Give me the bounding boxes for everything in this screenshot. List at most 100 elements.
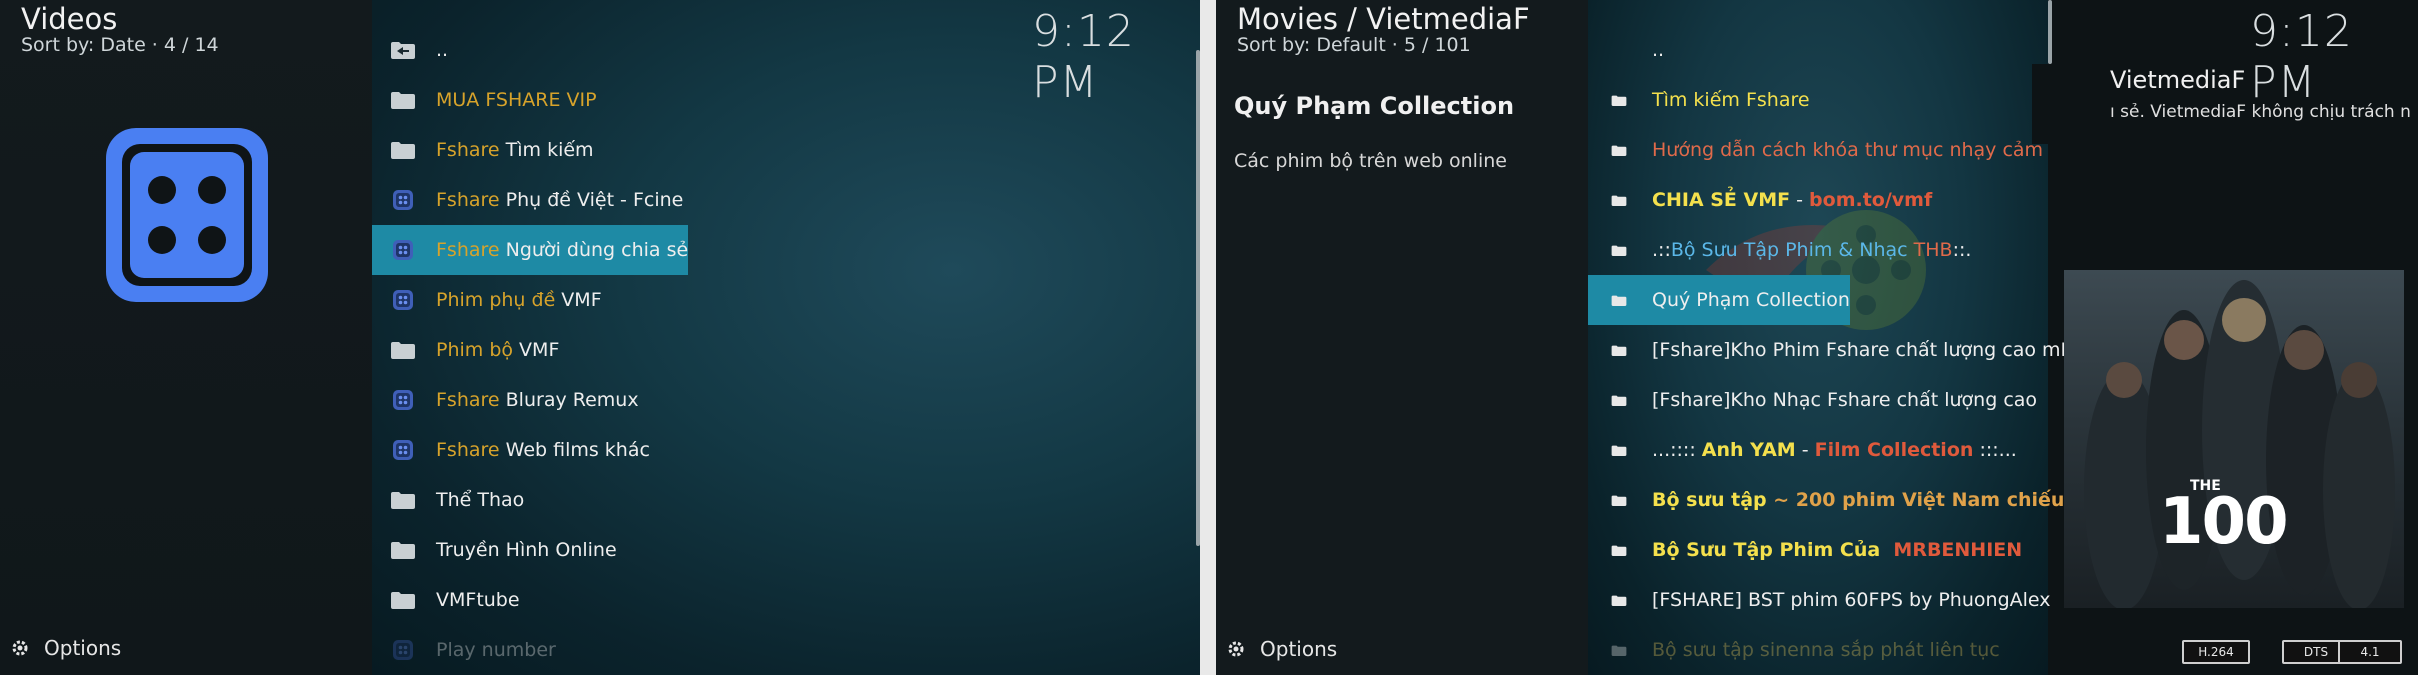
list-item[interactable]: Truyền Hình Online bbox=[372, 525, 617, 575]
folder-icon bbox=[390, 540, 416, 560]
item-label-part: [Fshare]Kho Nhạc Fshare chất lượng cao bbox=[1652, 389, 2038, 411]
item-label-part: CHIA SẺ VMF bbox=[1652, 189, 1791, 211]
list-item[interactable]: Fshare Web films khác bbox=[372, 425, 650, 475]
item-label: Người dùng chia sẻ bbox=[499, 239, 689, 261]
options-button[interactable]: Options bbox=[1226, 637, 1337, 661]
addon-icon bbox=[390, 640, 416, 660]
folder-icon bbox=[390, 490, 416, 510]
item-label: Web films khác bbox=[499, 439, 650, 461]
item-label: VMF bbox=[555, 289, 602, 311]
item-description: Các phim bộ trên web online bbox=[1234, 150, 1507, 172]
list-item[interactable]: [Fshare]Kho Nhạc Fshare chất lượng cao bbox=[1588, 375, 2037, 425]
item-label-part: - bbox=[1795, 439, 1815, 461]
folder-icon bbox=[1606, 640, 1632, 660]
options-button[interactable]: Options bbox=[10, 636, 121, 660]
addon-icon bbox=[390, 190, 416, 210]
item-label-part: .. bbox=[1652, 39, 1665, 61]
item-prefix: Fshare bbox=[436, 389, 500, 411]
item-label-part: - bbox=[1790, 189, 1810, 211]
item-label-part: MRBENHIEN bbox=[1886, 539, 2023, 561]
item-label-part: [FSHARE] BST phim 60FPS by PhuongAlex bbox=[1652, 589, 2051, 611]
folder-icon bbox=[390, 590, 416, 610]
item-prefix: Phim phụ đề bbox=[436, 289, 556, 311]
item-label-part: Tìm kiếm Fshare bbox=[1652, 89, 1810, 111]
folder-icon bbox=[1606, 140, 1632, 160]
item-label-part: Film Collection bbox=[1814, 439, 1974, 461]
item-label-part: ~ 200 phim Việt Nam chiếu rạp bbox=[1766, 489, 2107, 511]
folder-icon bbox=[1606, 340, 1632, 360]
left-screen: Videos Sort by: Date · 4 / 14 9:12 PM ..… bbox=[0, 0, 1200, 675]
sort-info: Sort by: Date · 4 / 14 bbox=[21, 34, 219, 56]
addon-icon bbox=[390, 440, 416, 460]
folder-icon bbox=[390, 90, 416, 110]
item-label-part: ...:::: bbox=[1652, 439, 1702, 461]
list-item[interactable]: [FSHARE] BST phim 60FPS by PhuongAlex bbox=[1588, 575, 2051, 625]
list-item[interactable]: [Fshare]Kho Phim Fshare chất lượng cao m… bbox=[1588, 325, 2120, 375]
item-label: Thể Thao bbox=[436, 489, 525, 511]
item-label-part: Anh YAM bbox=[1701, 439, 1796, 461]
item-label: Tìm kiếm bbox=[499, 139, 594, 161]
left-sidebar bbox=[0, 0, 372, 675]
list-item[interactable]: Hướng dẫn cách khóa thư mục nhạy cảm bbox=[1588, 125, 2043, 175]
item-label-part: :::... bbox=[1973, 439, 2017, 461]
item-prefix: Fshare bbox=[436, 239, 500, 261]
list-item[interactable]: Play number bbox=[372, 625, 556, 675]
list-item[interactable]: Phim phụ đề VMF bbox=[372, 275, 602, 325]
folder-icon bbox=[1606, 490, 1632, 510]
page-title: Movies / VietmediaF bbox=[1237, 2, 1530, 36]
list-item[interactable]: Bộ Sưu Tập Phim Của MRBENHIEN bbox=[1588, 525, 2022, 575]
list-item[interactable]: MUA FSHARE VIP bbox=[372, 75, 597, 125]
list-item[interactable]: Tìm kiếm Fshare bbox=[1588, 75, 1810, 125]
list-item[interactable]: Fshare Bluray Remux bbox=[372, 375, 639, 425]
page-title: Videos bbox=[21, 2, 118, 36]
gear-icon bbox=[1228, 641, 1244, 657]
list-item[interactable]: Bộ sưu tập ~ 200 phim Việt Nam chiếu rạp… bbox=[1588, 475, 2131, 525]
list-item[interactable]: Quý Phạm Collection bbox=[1588, 275, 1850, 325]
options-label: Options bbox=[44, 636, 122, 660]
list-item[interactable]: Bộ sưu tập sinenna sắp phát liên tục bbox=[1588, 625, 2000, 675]
item-label-part: Bộ sưu tập sinenna sắp phát liên tục bbox=[1652, 639, 2000, 661]
list-item[interactable]: VMFtube bbox=[372, 575, 520, 625]
item-label-part: .:: bbox=[1652, 239, 1671, 261]
item-label-part: Hướng dẫn cách khóa thư mục nhạy cảm bbox=[1652, 139, 2044, 161]
list-item[interactable]: .. bbox=[1588, 25, 1664, 75]
list-item[interactable]: Fshare Phụ đề Việt - Fcine bbox=[372, 175, 683, 225]
folder-icon bbox=[390, 140, 416, 160]
addon-icon bbox=[390, 390, 416, 410]
folder-icon bbox=[1606, 240, 1632, 260]
folder-icon bbox=[1606, 290, 1632, 310]
item-title: Quý Phạm Collection bbox=[1234, 92, 1515, 120]
clock: 9:12 PM bbox=[1032, 6, 1135, 108]
list-item[interactable]: .:: Bộ Sưu Tập Phim & Nhạc THB::. bbox=[1588, 225, 1971, 275]
gear-icon bbox=[12, 640, 28, 656]
folder-icon bbox=[1606, 90, 1632, 110]
video-codec-badge: H.264 bbox=[2182, 640, 2250, 664]
list-item[interactable]: CHIA SẺ VMF - bom.to/vmf bbox=[1588, 175, 1932, 225]
folder-icon bbox=[1606, 190, 1632, 210]
list-item[interactable]: Fshare Tìm kiếm bbox=[372, 125, 594, 175]
list-item[interactable]: .. bbox=[372, 25, 448, 75]
item-label: VMF bbox=[513, 339, 560, 361]
item-label: Truyền Hình Online bbox=[436, 539, 617, 561]
addon-dice-icon bbox=[106, 128, 268, 302]
folder-icon bbox=[1606, 40, 1632, 60]
item-label-part: bom.to/vmf bbox=[1809, 189, 1933, 211]
info-title: VietmediaF bbox=[2110, 66, 2246, 94]
item-prefix: MUA FSHARE VIP bbox=[436, 89, 597, 111]
list-item[interactable]: Phim bộ VMF bbox=[372, 325, 559, 375]
item-label: Phụ đề Việt - Fcine bbox=[499, 189, 684, 211]
back-folder-icon bbox=[390, 40, 416, 60]
item-prefix: Fshare bbox=[436, 439, 500, 461]
list-item[interactable]: Fshare Người dùng chia sẻ bbox=[372, 225, 689, 275]
item-prefix: Phim bộ bbox=[436, 339, 514, 361]
folder-icon bbox=[1606, 390, 1632, 410]
item-label: Play number bbox=[436, 639, 556, 661]
folder-icon bbox=[1606, 590, 1632, 610]
list-item[interactable]: Thể Thao bbox=[372, 475, 524, 525]
audio-channels-badge: 4.1 bbox=[2338, 640, 2402, 664]
addon-icon bbox=[390, 290, 416, 310]
clock: 9:12 PM bbox=[2250, 6, 2353, 108]
item-label-part: THB bbox=[1913, 239, 1953, 261]
scrollbar[interactable] bbox=[2048, 0, 2052, 64]
list-item[interactable]: ...:::: Anh YAM - Film Collection :::... bbox=[1588, 425, 2017, 475]
